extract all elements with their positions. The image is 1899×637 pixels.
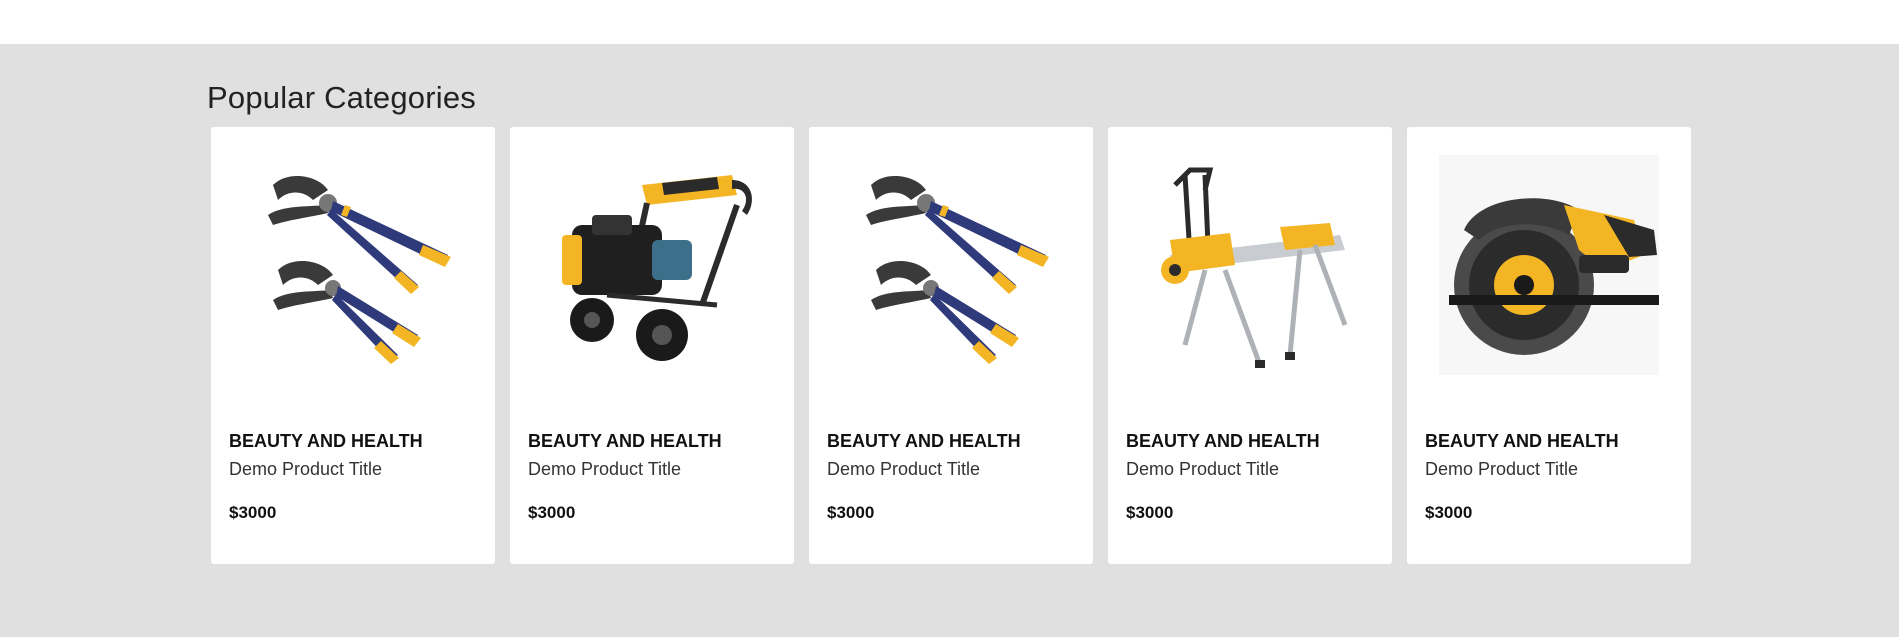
product-card[interactable]: BEAUTY AND HEALTH Demo Product Title $30… [1108,127,1392,564]
popular-categories-section: Popular Categories BEAUTY AND HEALTH Dem… [0,44,1899,637]
miter-saw-stand-icon [1161,167,1348,368]
product-card[interactable]: BEAUTY AND HEALTH Demo Product Title $30… [809,127,1093,564]
product-category[interactable]: BEAUTY AND HEALTH [1425,431,1619,452]
product-card[interactable]: BEAUTY AND HEALTH Demo Product Title $30… [211,127,495,564]
product-image[interactable] [827,145,1075,385]
product-title[interactable]: Demo Product Title [528,459,681,480]
product-image[interactable] [1126,145,1374,385]
product-price: $3000 [229,503,277,522]
product-title[interactable]: Demo Product Title [1126,459,1279,480]
product-image[interactable] [1425,145,1673,385]
product-category[interactable]: BEAUTY AND HEALTH [229,431,423,452]
product-card[interactable]: BEAUTY AND HEALTH Demo Product Title $30… [1407,127,1691,564]
product-image[interactable] [528,145,776,385]
circular-saw-icon [1439,155,1659,375]
product-card[interactable]: BEAUTY AND HEALTH Demo Product Title $30… [510,127,794,564]
product-title[interactable]: Demo Product Title [229,459,382,480]
product-price: $3000 [1126,503,1174,522]
section-heading: Popular Categories [207,80,476,115]
pliers-icon [268,175,451,364]
product-price: $3000 [528,503,576,522]
product-title[interactable]: Demo Product Title [827,459,980,480]
top-bar [0,0,1899,44]
pliers-icon [866,175,1049,364]
product-category[interactable]: BEAUTY AND HEALTH [528,431,722,452]
product-price: $3000 [827,503,875,522]
product-price: $3000 [1425,503,1473,522]
product-title[interactable]: Demo Product Title [1425,459,1578,480]
product-category[interactable]: BEAUTY AND HEALTH [1126,431,1320,452]
pressure-washer-icon [562,175,752,361]
product-grid: BEAUTY AND HEALTH Demo Product Title $30… [211,127,1691,564]
product-category[interactable]: BEAUTY AND HEALTH [827,431,1021,452]
product-image[interactable] [229,145,477,385]
